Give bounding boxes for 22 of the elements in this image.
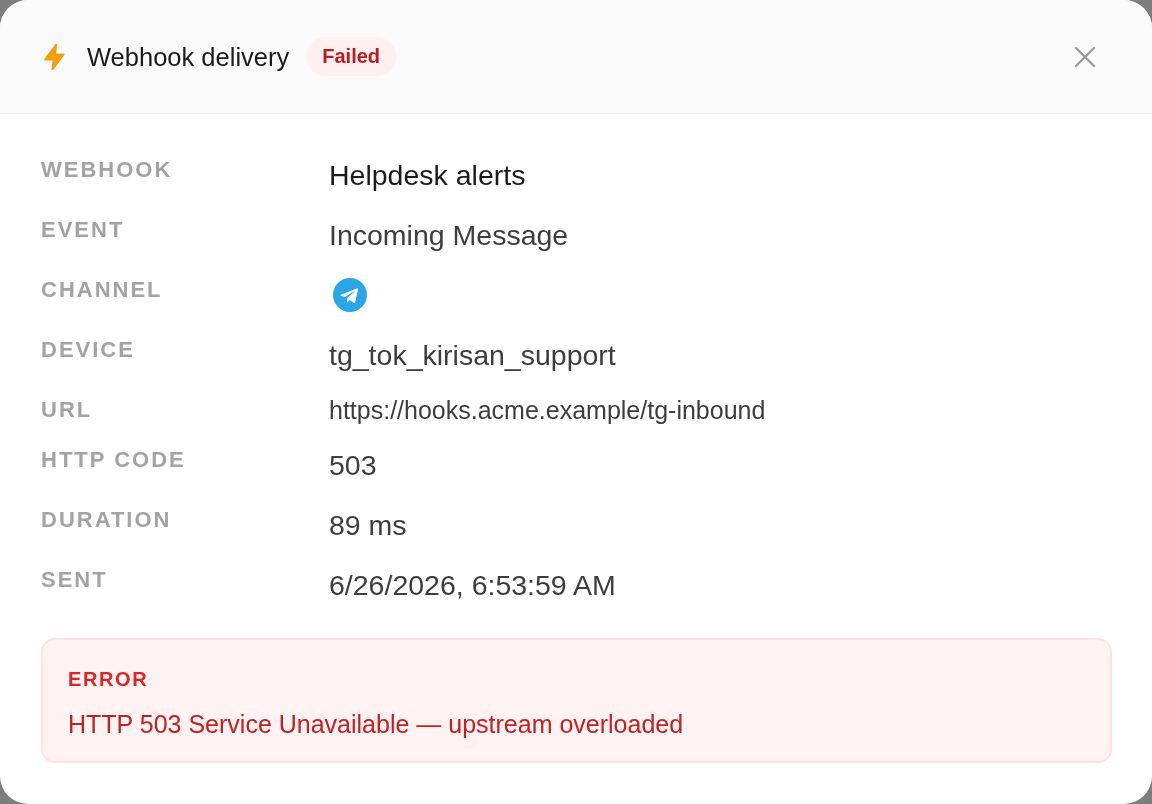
field-value: Incoming Message: [329, 218, 569, 253]
field-value: 503: [329, 448, 377, 483]
error-heading: ERROR: [68, 667, 149, 692]
field-value: Helpdesk alerts: [329, 158, 526, 193]
paper-plane-icon: [333, 278, 367, 312]
field-label: CHANNEL: [41, 276, 163, 304]
field-label: EVENT: [41, 216, 125, 244]
field-label: URL: [41, 396, 93, 424]
field-label: SENT: [41, 566, 108, 594]
field-value: 89 ms: [329, 508, 407, 543]
field-label: DEVICE: [41, 336, 135, 364]
error-message: HTTP 503 Service Unavailable — upstream overloaded: [68, 709, 684, 740]
lightning-bolt-icon: [42, 43, 68, 70]
field-label: DURATION: [41, 506, 172, 534]
field-value: 6/26/2026, 6:53:59 AM: [329, 568, 616, 603]
status-badge: Failed: [306, 37, 397, 76]
field-label: WEBHOOK: [41, 156, 173, 184]
field-value: tg_tok_kirisan_support: [329, 338, 616, 373]
url-text: https://hooks.acme.example/tg-inbound: [329, 395, 766, 426]
close-icon: [1074, 45, 1096, 68]
dialog-title: Webhook delivery: [87, 41, 290, 73]
field-label: HTTP CODE: [41, 446, 186, 474]
